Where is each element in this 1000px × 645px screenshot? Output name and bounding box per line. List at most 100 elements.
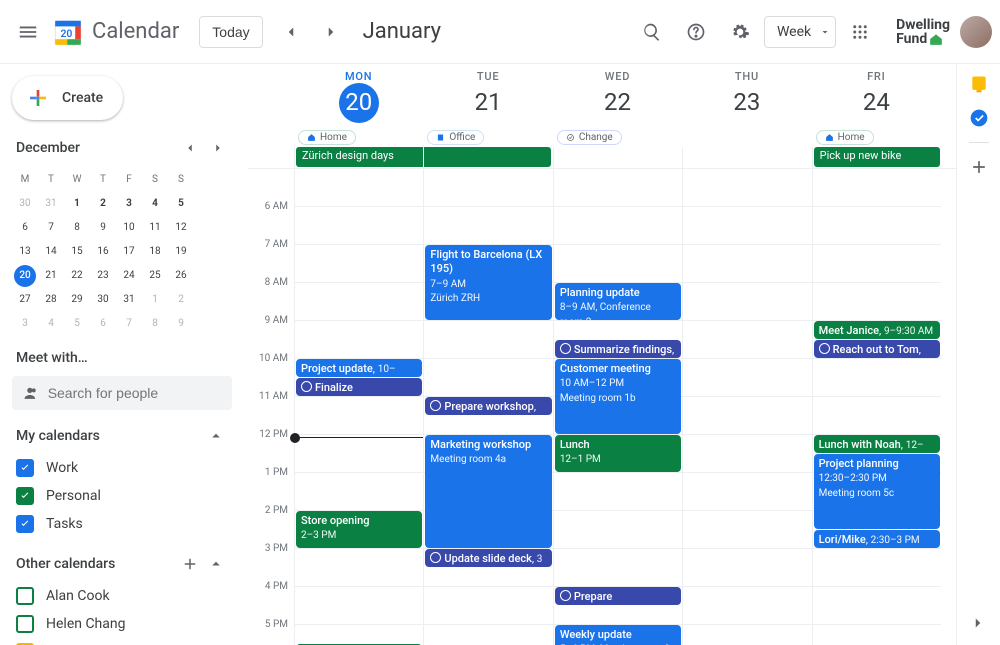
day-column[interactable]: Project update, 10–10:30 AMFinalize pres… [294, 169, 423, 645]
location-chip[interactable]: Office [427, 130, 484, 145]
calendar-event[interactable]: Weekly update5–6 PM, Meeting room 2c [555, 625, 681, 645]
day-column[interactable]: Meet Janice, 9–9:30 AMReach out to Tom, … [812, 169, 941, 645]
minical-day[interactable]: 2 [168, 288, 194, 312]
calendar-checkbox[interactable] [16, 615, 34, 633]
minical-day[interactable]: 24 [116, 264, 142, 288]
minical-day[interactable]: 5 [64, 312, 90, 336]
sidepanel-collapse[interactable] [964, 609, 992, 637]
calendar-item[interactable]: Alan Cook [8, 582, 236, 610]
minical-day[interactable]: 19 [168, 240, 194, 264]
minical-day[interactable]: 27 [12, 288, 38, 312]
minical-next[interactable] [204, 134, 232, 162]
calendar-event[interactable]: Planning update8–9 AM, Conference room 2 [555, 283, 681, 320]
today-button[interactable]: Today [199, 16, 262, 48]
minical-day[interactable]: 9 [168, 312, 194, 336]
minical-day[interactable]: 5 [168, 192, 194, 216]
search-people-input[interactable] [12, 376, 232, 410]
minical-day[interactable]: 18 [142, 240, 168, 264]
minical-day[interactable]: 29 [64, 288, 90, 312]
collapse-icon[interactable] [204, 424, 228, 448]
calendar-item[interactable]: Personal [8, 482, 236, 510]
minical-day[interactable]: 31 [116, 288, 142, 312]
minical-day[interactable]: 8 [142, 312, 168, 336]
task-chip[interactable]: Update slide deck, 3 PM [425, 549, 551, 567]
task-chip[interactable]: Summarize findings, 9:30 [555, 340, 681, 358]
collapse-other[interactable] [204, 552, 228, 576]
task-chip[interactable]: Prepare workshop, 11 AM [425, 397, 551, 415]
minical-prev[interactable] [176, 134, 204, 162]
calendar-item[interactable]: Helen Chang [8, 610, 236, 638]
calendar-event[interactable]: Marketing workshopMeeting room 4a [425, 435, 551, 548]
app-logo[interactable]: 20 Calendar [52, 16, 179, 48]
help-button[interactable] [676, 12, 716, 52]
create-button[interactable]: Create [12, 76, 123, 120]
minical-day[interactable]: 4 [142, 192, 168, 216]
calendar-checkbox[interactable] [16, 459, 34, 477]
minical-day[interactable]: 6 [90, 312, 116, 336]
allday-event[interactable]: Pick up new bike [814, 147, 940, 167]
addon-plus-icon[interactable] [969, 157, 989, 177]
day-header[interactable]: WED22Change [553, 64, 682, 123]
search-people-field[interactable] [48, 385, 222, 401]
calendar-event[interactable]: Customer meeting10 AM–12 PMMeeting room … [555, 359, 681, 434]
location-chip[interactable]: Home [298, 130, 356, 145]
keep-icon[interactable] [969, 74, 989, 94]
minical-day[interactable]: 3 [116, 192, 142, 216]
calendar-event[interactable]: Meet Janice, 9–9:30 AM [814, 321, 940, 339]
day-column[interactable]: Flight to Barcelona (LX 195)7–9 AMZürich… [423, 169, 552, 645]
view-selector[interactable]: Week [764, 16, 836, 48]
minical-day[interactable]: 10 [116, 216, 142, 240]
day-column[interactable] [682, 169, 811, 645]
prev-period-button[interactable] [271, 12, 311, 52]
calendar-event[interactable]: Lunch with Noah, 12–12:30 [814, 435, 940, 453]
minical-day[interactable]: 7 [38, 216, 64, 240]
minical-day[interactable]: 23 [90, 264, 116, 288]
location-chip[interactable]: Home [816, 130, 874, 145]
day-header[interactable]: THU23 [682, 64, 811, 123]
calendar-event[interactable]: Lori/Mike, 2:30–3 PM [814, 530, 940, 548]
minical-day[interactable]: 1 [64, 192, 90, 216]
minical-day[interactable]: 26 [168, 264, 194, 288]
minical-day[interactable]: 12 [168, 216, 194, 240]
day-column[interactable]: Planning update8–9 AM, Conference room 2… [553, 169, 682, 645]
task-chip[interactable]: Reach out to Tom, 9:30 [814, 340, 940, 358]
minical-day[interactable]: 25 [142, 264, 168, 288]
mini-calendar[interactable]: MTWTFSS303112345678910111213141516171819… [8, 168, 236, 336]
minical-day[interactable]: 16 [90, 240, 116, 264]
minical-month[interactable]: December [16, 140, 80, 156]
calendar-event[interactable]: Flight to Barcelona (LX 195)7–9 AMZürich… [425, 245, 551, 320]
calendar-checkbox[interactable] [16, 587, 34, 605]
task-chip[interactable]: Finalize presentation, 10:30 [296, 378, 422, 396]
my-calendars-header[interactable]: My calendars [8, 410, 236, 454]
settings-button[interactable] [720, 12, 760, 52]
minical-day[interactable]: 30 [12, 192, 38, 216]
apps-button[interactable] [840, 12, 880, 52]
minical-day[interactable]: 8 [64, 216, 90, 240]
minical-day[interactable]: 31 [38, 192, 64, 216]
minical-day[interactable]: 21 [38, 264, 64, 288]
calendar-grid[interactable]: 6 AM7 AM8 AM9 AM10 AM11 AM12 PM1 PM2 PM3… [248, 169, 956, 645]
calendar-event[interactable]: Project update, 10–10:30 AM [296, 359, 422, 377]
calendar-item[interactable]: Work [8, 454, 236, 482]
minical-day[interactable]: 1 [142, 288, 168, 312]
period-title[interactable]: January [363, 19, 441, 44]
day-header[interactable]: FRI24Home [812, 64, 941, 123]
main-menu-button[interactable] [8, 12, 48, 52]
other-calendars-header[interactable]: Other calendars [8, 538, 236, 582]
minical-day[interactable]: 6 [12, 216, 38, 240]
calendar-checkbox[interactable] [16, 515, 34, 533]
minical-day[interactable]: 14 [38, 240, 64, 264]
minical-day[interactable]: 17 [116, 240, 142, 264]
minical-day[interactable]: 4 [38, 312, 64, 336]
calendar-event[interactable]: Lunch12–1 PM [555, 435, 681, 472]
calendar-event[interactable]: Store opening2–3 PM [296, 511, 422, 548]
calendar-event[interactable]: Project planning12:30–2:30 PMMeeting roo… [814, 454, 940, 529]
location-chip[interactable]: Change [557, 130, 622, 145]
minical-day[interactable]: 11 [142, 216, 168, 240]
minical-day[interactable]: 15 [64, 240, 90, 264]
search-button[interactable] [632, 12, 672, 52]
calendar-checkbox[interactable] [16, 487, 34, 505]
minical-day[interactable]: 13 [12, 240, 38, 264]
day-header[interactable]: MON20Home [294, 64, 423, 123]
minical-day[interactable]: 9 [90, 216, 116, 240]
